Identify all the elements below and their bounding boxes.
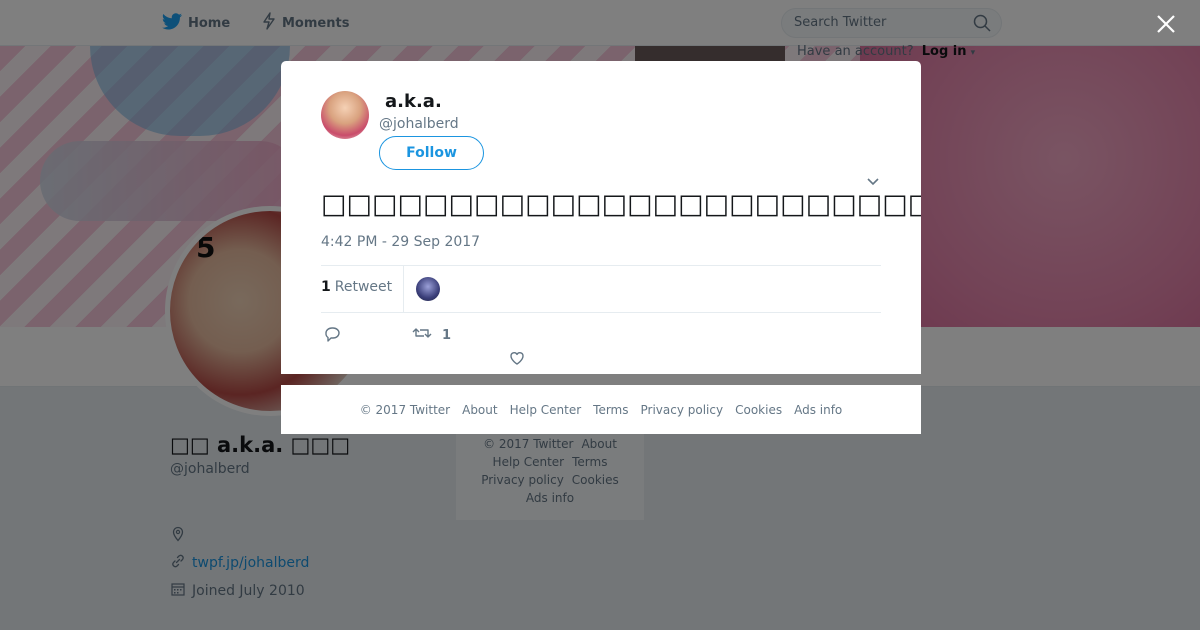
tweet-modal: a.k.a. @johalberd Follow □□□□□□□□□□□□□□□… [281,61,921,374]
heart-icon [508,349,526,371]
retweet-stat-count: 1 [321,279,331,295]
footer-terms[interactable]: Terms [593,403,628,417]
footer-cookies[interactable]: Cookies [735,403,782,417]
reply-button[interactable] [323,325,341,347]
tweet-author-name[interactable]: a.k.a. [385,91,442,112]
tweet-author-handle[interactable]: @johalberd [379,116,459,132]
retweet-stat[interactable]: 1 Retweet [321,279,392,295]
footer-copyright: © 2017 Twitter [359,402,451,417]
retweet-button[interactable]: 1 [402,325,451,345]
retweeter-avatar[interactable] [416,277,440,301]
chevron-down-icon[interactable] [865,173,881,189]
footer-privacy[interactable]: Privacy policy [641,403,724,417]
footer-ads-info[interactable]: Ads info [794,403,842,417]
footer-help-center[interactable]: Help Center [510,403,582,417]
retweet-stat-label: Retweet [334,279,393,295]
tweet-timestamp[interactable]: 4:42 PM - 29 Sep 2017 [321,234,480,250]
retweet-icon [412,325,432,345]
footer-about[interactable]: About [462,403,497,417]
tweet-text: □□□□□□□□□□□□□□□□□□□□□□□□□□□□□ [321,189,921,220]
modal-footer: © 2017 Twitter About Help Center Terms P… [281,385,921,434]
follow-button[interactable]: Follow [379,136,484,170]
reply-icon [323,325,341,347]
like-button[interactable] [508,349,526,371]
retweet-action-count: 1 [442,327,452,343]
stats-divider [403,266,404,313]
tweet-author-avatar[interactable] [321,91,369,139]
tweet-stats: 1 Retweet [321,265,881,313]
close-icon[interactable] [1155,13,1177,35]
